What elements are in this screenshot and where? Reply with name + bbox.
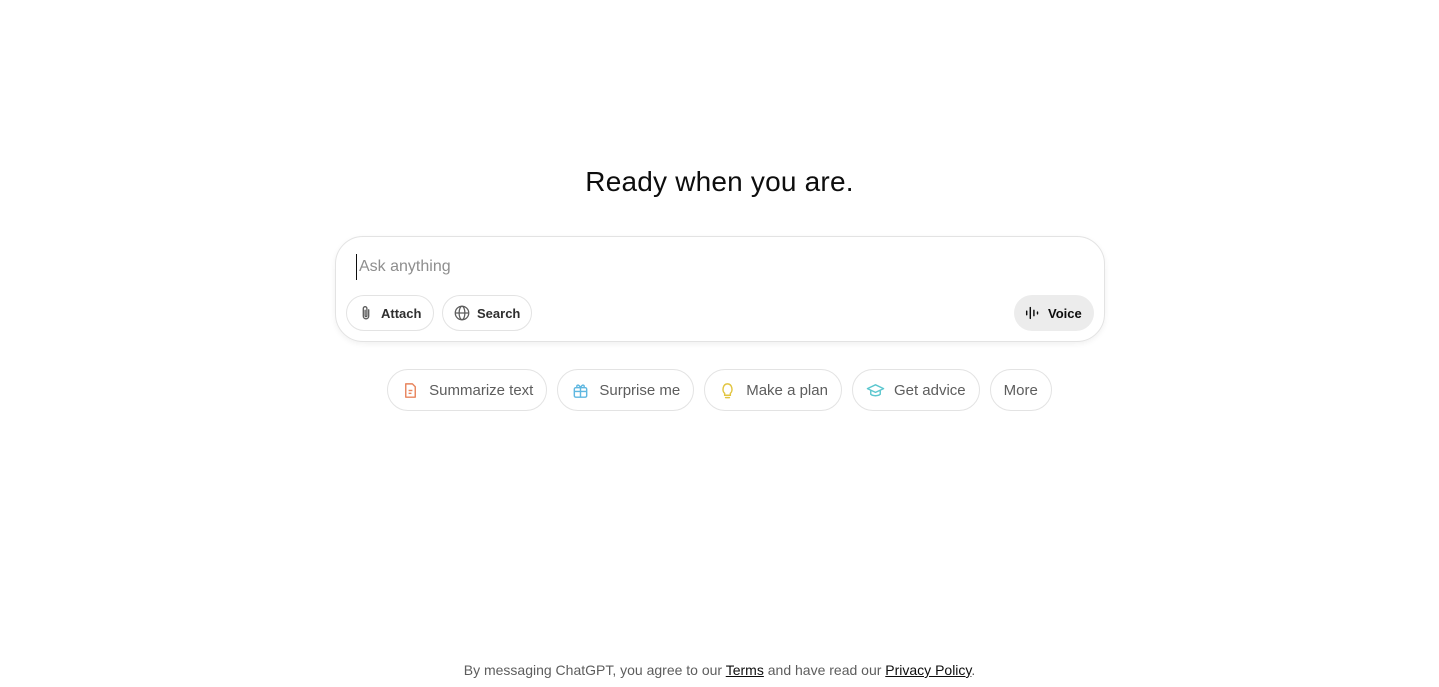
attach-label: Attach (381, 305, 422, 321)
terms-link[interactable]: Terms (726, 662, 764, 678)
chip-more[interactable]: More (989, 369, 1052, 411)
lightbulb-icon (718, 381, 737, 400)
chip-label: Get advice (893, 381, 966, 399)
search-button[interactable]: Search (442, 295, 532, 331)
suggestion-chips: Summarize text Surprise me Make a plan G… (0, 369, 1439, 411)
search-label: Search (477, 305, 521, 321)
attach-button[interactable]: Attach (346, 295, 434, 331)
chip-label: Make a plan (746, 381, 828, 399)
waveform-icon (1024, 304, 1042, 322)
chip-surprise-me[interactable]: Surprise me (557, 369, 695, 411)
document-icon (401, 381, 420, 400)
prompt-input[interactable] (356, 254, 1076, 280)
chip-summarize-text[interactable]: Summarize text (387, 369, 548, 411)
composer: Attach Search Voice (335, 236, 1105, 342)
globe-icon (453, 304, 471, 322)
chip-label: Summarize text (429, 381, 534, 399)
gift-icon (571, 381, 590, 400)
page: Ready when you are. Attach Search (0, 0, 1439, 687)
footer-middle: and have read our (763, 662, 886, 678)
footer-suffix: . (971, 662, 976, 678)
chip-label: More (1003, 381, 1038, 399)
footer-prefix: By messaging ChatGPT, you agree to our (463, 662, 726, 678)
chip-label: Surprise me (599, 381, 681, 399)
page-headline: Ready when you are. (585, 166, 854, 197)
voice-label: Voice (1048, 305, 1082, 321)
terms-footer: By messaging ChatGPT, you agree to our T… (0, 662, 1439, 678)
chip-make-a-plan[interactable]: Make a plan (704, 369, 842, 411)
graduation-cap-icon (866, 381, 885, 400)
chip-get-advice[interactable]: Get advice (851, 369, 980, 411)
paperclip-icon (357, 304, 375, 322)
privacy-policy-link[interactable]: Privacy Policy (885, 662, 971, 678)
voice-button[interactable]: Voice (1014, 295, 1094, 331)
